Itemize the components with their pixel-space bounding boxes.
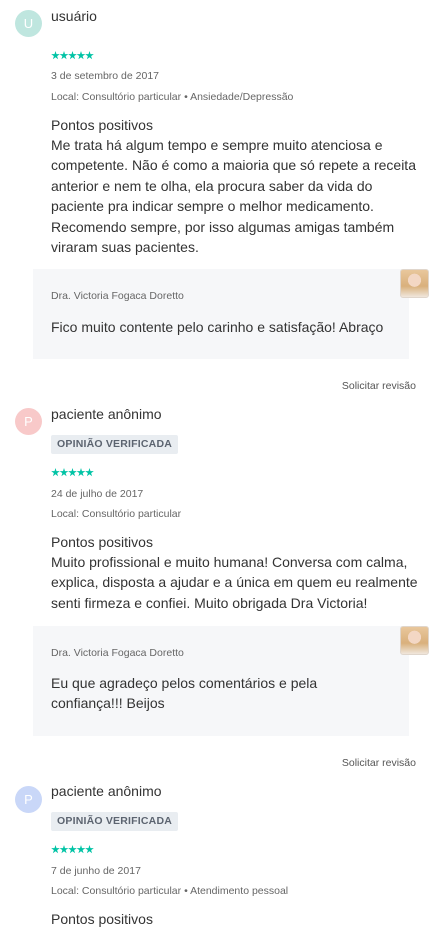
star-icon bbox=[85, 51, 94, 60]
star-icon bbox=[59, 51, 69, 60]
star-icon bbox=[51, 51, 60, 60]
star-icon bbox=[51, 845, 60, 854]
request-review-link[interactable]: Solicitar revisão bbox=[342, 757, 416, 769]
doctor-reply: Dra. Victoria Fogaca Doretto Eu que agra… bbox=[33, 626, 409, 736]
star-icon bbox=[85, 845, 94, 854]
reply-text: Eu que agradeço pelos comentários e pela… bbox=[51, 675, 318, 712]
review-location: Local: Consultório particular bbox=[51, 508, 182, 520]
reply-text: Fico muito contente pelo carinho e satis… bbox=[51, 319, 384, 335]
rating-stars bbox=[51, 51, 94, 61]
star-icon bbox=[85, 468, 94, 477]
review-text: Me trata há algum tempo e sempre muito a… bbox=[51, 137, 416, 256]
star-icon bbox=[59, 468, 69, 477]
doctor-avatar bbox=[400, 626, 429, 655]
review-date: 7 de junho de 2017 bbox=[51, 865, 141, 877]
reply-author: Dra. Victoria Fogaca Doretto bbox=[51, 647, 184, 659]
star-icon bbox=[68, 468, 77, 477]
star-icon bbox=[68, 845, 77, 854]
review-date: 24 de julho de 2017 bbox=[51, 488, 144, 500]
review-location: Local: Consultório particular • Atendime… bbox=[51, 885, 289, 897]
star-icon bbox=[76, 468, 86, 477]
review-text: Muito profissional e muito humana! Conve… bbox=[51, 554, 418, 611]
avatar: P bbox=[15, 786, 42, 813]
reviewer-name: paciente anônimo bbox=[51, 406, 162, 422]
star-icon bbox=[68, 51, 77, 60]
star-icon bbox=[76, 845, 86, 854]
avatar: U bbox=[15, 10, 42, 37]
star-icon bbox=[76, 51, 86, 60]
reviewer-name: usuário bbox=[51, 8, 97, 24]
reply-author: Dra. Victoria Fogaca Doretto bbox=[51, 290, 184, 302]
rating-stars bbox=[51, 845, 94, 855]
avatar: P bbox=[15, 408, 42, 435]
doctor-avatar bbox=[400, 269, 429, 298]
doctor-reply: Dra. Victoria Fogaca Doretto Fico muito … bbox=[33, 269, 409, 359]
review-heading: Pontos positivos bbox=[51, 534, 153, 550]
review-heading: Pontos positivos bbox=[51, 117, 153, 133]
avatar-letter: P bbox=[24, 792, 33, 807]
review-heading: Pontos positivos bbox=[51, 911, 153, 927]
verified-badge: OPINIÃO VERIFICADA bbox=[51, 435, 179, 454]
avatar-letter: P bbox=[24, 414, 33, 429]
verified-badge: OPINIÃO VERIFICADA bbox=[51, 812, 179, 831]
request-review-link[interactable]: Solicitar revisão bbox=[342, 380, 416, 392]
avatar-letter: U bbox=[23, 16, 34, 31]
rating-stars bbox=[51, 468, 94, 478]
star-icon bbox=[59, 845, 69, 854]
review-location: Local: Consultório particular • Ansiedad… bbox=[51, 91, 294, 103]
review-date: 3 de setembro de 2017 bbox=[51, 70, 159, 82]
star-icon bbox=[51, 468, 60, 477]
reviewer-name: paciente anônimo bbox=[51, 783, 162, 799]
